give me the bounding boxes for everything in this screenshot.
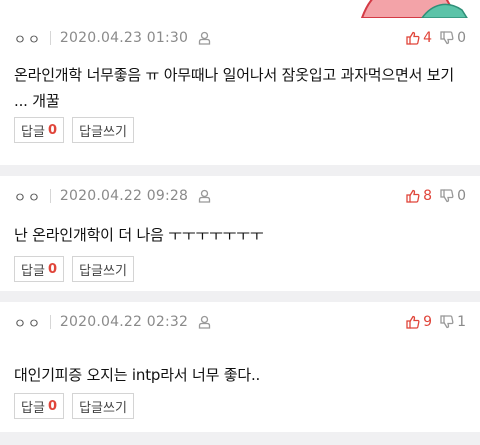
person-icon	[198, 315, 211, 329]
comment-actions: 답글 0 답글쓰기	[14, 393, 134, 419]
write-reply-button[interactable]: 답글쓰기	[72, 393, 134, 419]
write-reply-button[interactable]: 답글쓰기	[72, 117, 134, 143]
person-icon	[198, 31, 211, 45]
comment-divider	[0, 291, 480, 302]
comment-item: ㅇㅇ 2020.04.22 02:32 9 1 대인기피증 오지는 intp라서…	[0, 302, 480, 432]
upvote-button[interactable]: 8	[406, 188, 432, 204]
upvote-count: 8	[423, 188, 433, 204]
thumbs-down-icon	[440, 189, 454, 203]
comment-item: ㅇㅇ 2020.04.22 09:28 8 0 난 온라인개학이 더 나음 ㅜㅜ…	[0, 176, 480, 291]
reply-label: 답글	[21, 400, 45, 416]
comment-date: 2020.04.22 02:32	[59, 314, 189, 330]
vote-box: 4 0	[406, 28, 466, 48]
reply-label: 답글	[21, 263, 45, 279]
comment-item: ㅇㅇ 2020.04.23 01:30 4 0 온라인개학 너무좋음 ㅠ 아무때…	[0, 18, 480, 165]
vote-box: 9 1	[406, 312, 466, 332]
reply-list-button[interactable]: 답글 0	[14, 256, 64, 282]
comment-text: 대인기피증 오지는 intp라서 너무 좋다..	[14, 366, 261, 384]
reply-count: 0	[47, 398, 57, 414]
top-strip	[0, 0, 480, 18]
downvote-button[interactable]: 0	[440, 30, 466, 46]
comment-author[interactable]: ㅇㅇ	[14, 187, 42, 206]
upvote-button[interactable]: 9	[406, 314, 432, 330]
comment-date: 2020.04.23 01:30	[59, 30, 189, 46]
thumbs-up-icon	[406, 31, 420, 45]
comment-text: 난 온라인개학이 더 나음 ㅜㅜㅜㅜㅜㅜㅜ	[14, 226, 264, 244]
comment-author[interactable]: ㅇㅇ	[14, 313, 42, 332]
meta-separator	[49, 31, 51, 45]
thumbs-up-icon	[406, 189, 420, 203]
decorative-illustration	[360, 0, 468, 18]
downvote-count: 0	[457, 30, 466, 46]
downvote-button[interactable]: 1	[440, 314, 466, 330]
reply-label: 답글	[21, 124, 45, 140]
reply-count: 0	[47, 122, 57, 138]
reply-list-button[interactable]: 답글 0	[14, 117, 64, 143]
comment-date: 2020.04.22 09:28	[59, 188, 189, 204]
comment-author[interactable]: ㅇㅇ	[14, 29, 42, 48]
comment-meta: ㅇㅇ 2020.04.22 02:32	[14, 312, 211, 332]
comment-actions: 답글 0 답글쓰기	[14, 117, 134, 143]
meta-separator	[49, 189, 51, 203]
downvote-button[interactable]: 0	[440, 188, 466, 204]
write-reply-button[interactable]: 답글쓰기	[72, 256, 134, 282]
thumbs-down-icon	[440, 31, 454, 45]
comment-meta: ㅇㅇ 2020.04.23 01:30	[14, 28, 211, 48]
upvote-count: 4	[423, 30, 433, 46]
reply-count: 0	[47, 261, 57, 277]
downvote-count: 1	[457, 314, 466, 330]
comment-actions: 답글 0 답글쓰기	[14, 256, 134, 282]
comment-divider	[0, 165, 480, 176]
comment-meta: ㅇㅇ 2020.04.22 09:28	[14, 186, 211, 206]
meta-separator	[49, 315, 51, 329]
vote-box: 8 0	[406, 186, 466, 206]
downvote-count: 0	[457, 188, 466, 204]
comment-divider	[0, 432, 480, 445]
reply-list-button[interactable]: 답글 0	[14, 393, 64, 419]
thumbs-up-icon	[406, 315, 420, 329]
upvote-count: 9	[423, 314, 433, 330]
comment-text: 온라인개학 너무좋음 ㅠ 아무때나 일어나서 잠옷입고 과자먹으면서 보기 ..…	[14, 66, 454, 110]
upvote-button[interactable]: 4	[406, 30, 432, 46]
thumbs-down-icon	[440, 315, 454, 329]
person-icon	[198, 189, 211, 203]
